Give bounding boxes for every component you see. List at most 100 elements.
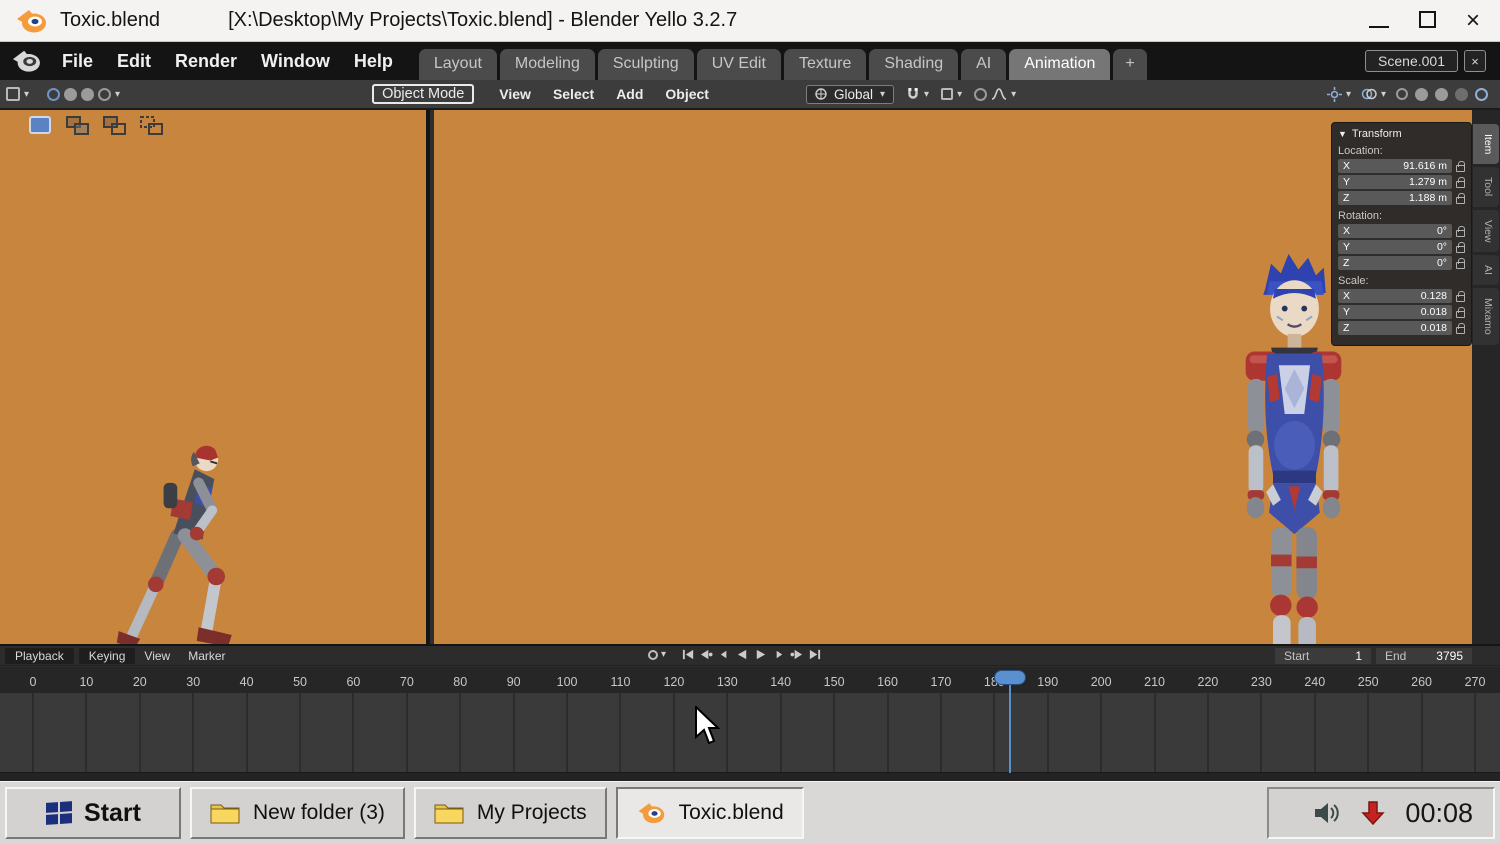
transform-rotation-y-field[interactable]: Y 0° — [1338, 240, 1452, 254]
chevron-down-icon[interactable]: ▾ — [1381, 89, 1386, 100]
paint-mask-icon[interactable] — [47, 87, 61, 101]
auto-keying-icon[interactable] — [648, 649, 658, 660]
menu-window[interactable]: Window — [249, 51, 342, 72]
viewport-side-view[interactable] — [0, 110, 430, 649]
sidebar-tab-view[interactable]: View — [1473, 209, 1499, 253]
transform-location-z-field[interactable]: Z 1.188 m — [1338, 191, 1452, 205]
start-button[interactable]: Start — [5, 787, 181, 839]
workspace-tab-sculpting[interactable]: Sculpting — [597, 49, 694, 80]
chevron-down-icon[interactable]: ▾ — [661, 649, 666, 660]
lock-icon[interactable] — [1456, 257, 1465, 269]
taskbar-button-new-folder-3[interactable]: New folder (3) — [190, 787, 405, 839]
menu-render[interactable]: Render — [163, 51, 249, 72]
workspace-tab-animation[interactable]: Animation — [1009, 49, 1111, 80]
maximize-button[interactable] — [1418, 9, 1436, 33]
menu-edit[interactable]: Edit — [105, 51, 163, 72]
transform-rotation-x-field[interactable]: X 0° — [1338, 224, 1452, 238]
blender-menu-icon[interactable] — [10, 48, 42, 74]
timeline-menu-keying[interactable]: Keying — [78, 647, 136, 664]
volume-icon[interactable] — [1313, 801, 1341, 825]
chevron-down-icon[interactable]: ▾ — [1011, 89, 1016, 100]
character-side-view[interactable] — [112, 440, 260, 674]
next-frame-button[interactable] — [770, 647, 787, 662]
viewport-menu-add[interactable]: Add — [605, 86, 654, 102]
add-workspace-button[interactable]: + — [1113, 49, 1147, 80]
next-keyframe-button[interactable] — [788, 647, 805, 662]
lock-icon[interactable] — [1456, 306, 1465, 318]
transform-scale-z-field[interactable]: Z 0.018 — [1338, 321, 1452, 335]
select-mode-subtract-icon[interactable] — [102, 115, 128, 137]
workspace-tab-uv-edit[interactable]: UV Edit — [696, 49, 781, 80]
frame-start-field[interactable]: Start 1 — [1275, 648, 1371, 664]
play-reverse-button[interactable] — [734, 647, 751, 662]
panel-collapse-icon[interactable]: ▼ — [1338, 129, 1347, 139]
workspace-tab-modeling[interactable]: Modeling — [499, 49, 595, 80]
previous-frame-button[interactable] — [716, 647, 733, 662]
lock-icon[interactable] — [1456, 192, 1465, 204]
workspace-tab-shading[interactable]: Shading — [869, 49, 959, 80]
transform-rotation-z-field[interactable]: Z 0° — [1338, 256, 1452, 270]
viewport-menu-object[interactable]: Object — [654, 86, 720, 102]
previous-keyframe-button[interactable] — [698, 647, 715, 662]
play-button[interactable] — [752, 647, 769, 662]
vertex-mask-icon[interactable] — [64, 87, 78, 101]
timeline-ruler[interactable]: 0 10 20 30 40 50 60 70 80 90 100 110 120 130 140 150 160… — [0, 667, 1500, 693]
select-mode-new-icon[interactable] — [28, 115, 54, 137]
scene-unlink-button[interactable]: × — [1464, 50, 1486, 72]
select-mode-extend-icon[interactable] — [65, 115, 91, 137]
sidebar-tab-ai[interactable]: AI — [1473, 255, 1499, 286]
workspace-tab-texture[interactable]: Texture — [783, 49, 867, 80]
editor-type-icon[interactable] — [6, 87, 20, 101]
transform-scale-x-field[interactable]: X 0.128 — [1338, 289, 1452, 303]
viewport-menu-view[interactable]: View — [488, 86, 542, 102]
chevron-down-icon[interactable]: ▾ — [24, 89, 29, 100]
chevron-down-icon[interactable]: ▾ — [957, 89, 962, 100]
show-gizmo-icon[interactable] — [1326, 86, 1342, 102]
scene-selector[interactable]: Scene.001 — [1365, 50, 1458, 72]
show-overlays-icon[interactable] — [1361, 87, 1377, 101]
weight-mask-icon[interactable] — [81, 87, 95, 101]
minimize-button[interactable] — [1368, 9, 1389, 33]
timeline-tracks[interactable] — [0, 693, 1500, 772]
menu-help[interactable]: Help — [342, 51, 405, 72]
select-mode-intersect-icon[interactable] — [139, 115, 165, 137]
lock-icon[interactable] — [1456, 225, 1465, 237]
close-button[interactable]: × — [1466, 8, 1480, 33]
timeline-menu-view[interactable]: View — [135, 649, 179, 663]
transform-orientation-dropdown[interactable]: Global ▾ — [805, 84, 895, 104]
workspace-tab-layout[interactable]: Layout — [418, 49, 497, 80]
proportional-editing-icon[interactable] — [974, 87, 988, 101]
chevron-down-icon[interactable]: ▾ — [115, 89, 120, 100]
taskbar-button-toxic-blend[interactable]: Toxic.blend — [615, 787, 804, 839]
snap-target-icon[interactable] — [941, 88, 954, 100]
sidebar-tab-item[interactable]: Item — [1473, 124, 1499, 165]
sidebar-tab-tool[interactable]: Tool — [1473, 167, 1499, 207]
lock-icon[interactable] — [1456, 176, 1465, 188]
workspace-tab-ai[interactable]: AI — [961, 49, 1007, 80]
lock-icon[interactable] — [1456, 322, 1465, 334]
toggle-xray-icon[interactable] — [1396, 88, 1408, 100]
timeline-menu-playback[interactable]: Playback — [5, 647, 74, 664]
chevron-down-icon[interactable]: ▾ — [1346, 89, 1351, 100]
timeline-menu-marker[interactable]: Marker — [179, 649, 234, 663]
jump-to-start-button[interactable] — [680, 647, 697, 662]
shading-material-icon[interactable] — [1455, 87, 1468, 101]
lock-icon[interactable] — [1456, 160, 1465, 172]
proportional-falloff-icon[interactable] — [991, 88, 1007, 100]
taskbar-button-my-projects[interactable]: My Projects — [413, 787, 607, 839]
lock-icon[interactable] — [1456, 290, 1465, 302]
viewport-menu-select[interactable]: Select — [542, 86, 605, 102]
shading-solid-icon[interactable] — [1435, 87, 1448, 101]
playhead-handle[interactable] — [994, 670, 1027, 685]
menu-file[interactable]: File — [50, 51, 105, 72]
frame-end-field[interactable]: End 3795 — [1376, 648, 1472, 664]
object-mode-dropdown[interactable]: Object Mode — [372, 84, 475, 104]
transform-scale-y-field[interactable]: Y 0.018 — [1338, 305, 1452, 319]
transform-location-y-field[interactable]: Y 1.279 m — [1338, 175, 1452, 189]
lock-icon[interactable] — [1456, 241, 1465, 253]
jump-to-end-button[interactable] — [806, 647, 823, 662]
shading-rendered-icon[interactable] — [1475, 87, 1488, 101]
viewport-front-view[interactable] — [434, 110, 1472, 713]
texture-mask-icon[interactable] — [98, 87, 112, 101]
sidebar-tab-mixamo[interactable]: Mixamo — [1473, 288, 1499, 345]
